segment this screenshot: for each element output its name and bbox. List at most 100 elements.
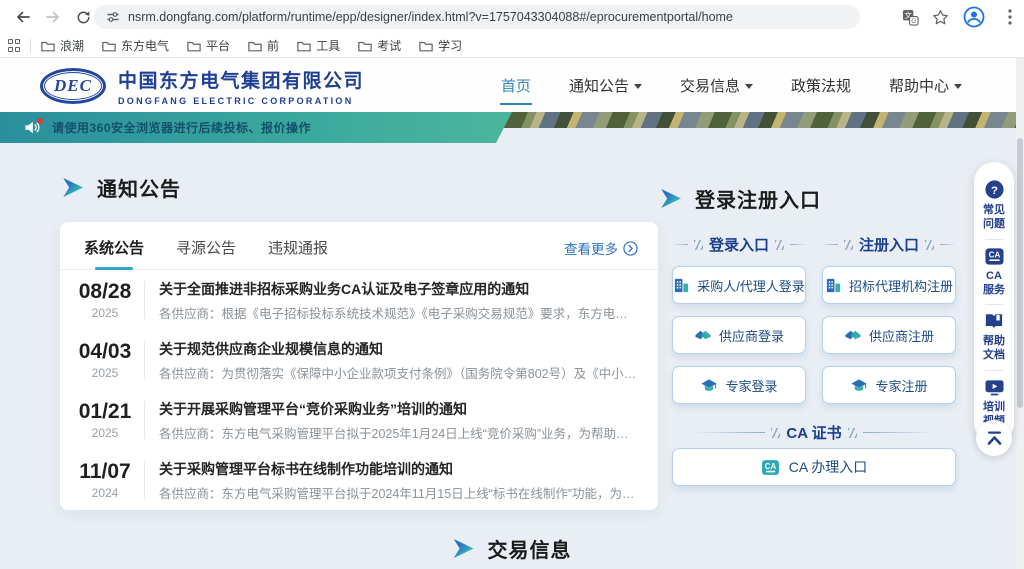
decor-slashes: [844, 240, 853, 250]
browser-reload-button[interactable]: [72, 6, 94, 28]
section-arrow-icon: [660, 189, 681, 208]
decor-slashes: [694, 240, 703, 250]
page-scrollbar-thumb[interactable]: [1017, 138, 1023, 408]
supplier-login-button[interactable]: 供应商登录: [672, 316, 806, 354]
supplier-register-button[interactable]: 供应商注册: [822, 316, 956, 354]
apps-grid-icon[interactable]: [8, 39, 22, 53]
bookmarks-divider: [30, 39, 31, 53]
tab-label: 寻源公告: [176, 240, 236, 257]
translate-glyph-icon: 文G: [902, 9, 919, 26]
notice-title[interactable]: 关于规范供应商企业规模信息的通知: [159, 339, 640, 359]
bookmarks-bar: 浪潮 东方电气 平台 前 工具 考试 学习: [0, 34, 1024, 58]
nav-label: 交易信息: [680, 75, 740, 96]
notice-list-item[interactable]: 04/03 2025 关于规范供应商企业规模信息的通知 各供应商：为贯彻落实《保…: [60, 330, 658, 390]
sidebar-item-label: CA服务: [983, 269, 1005, 298]
nav-item-policies[interactable]: 政策法规: [791, 75, 851, 96]
notice-date: 04/03 2025: [74, 340, 136, 379]
announcement-text: 请使用360安全浏览器进行后续投标、报价操作: [52, 119, 311, 136]
address-bar[interactable]: nsrm.dongfang.com/platform/runtime/epp/d…: [94, 5, 860, 29]
sidebar-item-ca-service[interactable]: CA CA服务: [983, 240, 1005, 305]
label-line2: 服务: [983, 284, 1005, 296]
login-section-header: 登录注册入口: [660, 184, 821, 213]
notice-row-divider: [144, 401, 145, 439]
ca-badge-icon: CA: [984, 247, 1005, 266]
label-line1: 培训: [983, 401, 1005, 413]
tab-sourcing-notices[interactable]: 寻源公告: [176, 237, 236, 258]
company-name-en: DONGFANG ELECTRIC CORPORATION: [118, 96, 364, 106]
sidebar-item-faq[interactable]: ? 常见问题: [983, 172, 1005, 239]
view-more-link[interactable]: 查看更多: [564, 238, 638, 258]
back-arrow-icon: [15, 9, 31, 25]
notice-row-divider: [144, 461, 145, 499]
button-label: 专家登录: [725, 376, 777, 395]
notice-list-item[interactable]: 11/07 2024 关于采购管理平台标书在线制作功能培训的通知 各供应商：东方…: [60, 450, 658, 510]
label-line1: 帮助: [983, 335, 1005, 347]
book-icon: [984, 312, 1005, 331]
translate-icon[interactable]: 文G: [898, 5, 922, 29]
nav-label: 首页: [501, 75, 531, 96]
folder-icon: [41, 40, 55, 52]
announcement-banner[interactable]: 请使用360安全浏览器进行后续投标、报价操作: [0, 112, 512, 143]
nav-item-home[interactable]: 首页: [501, 75, 531, 96]
bidding-agency-register-button[interactable]: 招标代理机构注册: [822, 266, 956, 304]
browser-back-button[interactable]: [12, 6, 34, 28]
notices-section-header: 通知公告: [62, 173, 181, 202]
trade-section-title: 交易信息: [488, 534, 572, 563]
building-icon: [825, 277, 842, 294]
nav-item-trade-info[interactable]: 交易信息: [680, 75, 753, 96]
bookmark-folder-kaoshi[interactable]: 考试: [358, 37, 401, 54]
bookmark-folder-pingtai[interactable]: 平台: [187, 37, 230, 54]
browser-menu-kebab-icon[interactable]: [998, 5, 1022, 29]
login-section-title: 登录注册入口: [695, 184, 821, 213]
bookmark-label: 前: [267, 37, 279, 54]
purchaser-agent-login-button[interactable]: 采购人/代理人登录: [672, 266, 806, 304]
decor-line: [672, 244, 688, 245]
bookmark-folder-gongju[interactable]: 工具: [297, 37, 340, 54]
notice-date: 01/21 2025: [74, 400, 136, 439]
page-scrollbar-track[interactable]: [1016, 58, 1024, 569]
folder-icon: [297, 40, 311, 52]
label-line2: 文档: [983, 349, 1005, 361]
site-header: DEC 中国东方电气集团有限公司 DONGFANG ELECTRIC CORPO…: [0, 58, 1024, 112]
bookmark-folder-dongfang[interactable]: 东方电气: [102, 37, 169, 54]
bookmark-folder-xuexi[interactable]: 学习: [419, 37, 462, 54]
ca-apply-button[interactable]: CA CA 办理入口: [672, 448, 956, 486]
tab-system-notices[interactable]: 系统公告: [84, 237, 144, 258]
company-logo[interactable]: DEC 中国东方电气集团有限公司 DONGFANG ELECTRIC CORPO…: [40, 66, 364, 106]
decor-line: [790, 244, 806, 245]
notice-date-md: 01/21: [74, 400, 136, 424]
handshake-icon: [694, 327, 712, 344]
notice-row-divider: [144, 341, 145, 379]
site-settings-icon[interactable]: [106, 10, 120, 24]
back-to-top-icon: [986, 431, 1003, 445]
sidebar-item-help-docs[interactable]: 帮助文档: [983, 305, 1005, 370]
browser-profile-avatar[interactable]: [962, 5, 986, 29]
notices-tab-bar: 系统公告 寻源公告 违规通报 查看更多: [60, 222, 658, 270]
notice-list-item[interactable]: 01/21 2025 关于开展采购管理平台“竞价采购业务”培训的通知 各供应商：…: [60, 390, 658, 450]
label-line1: 常见: [983, 204, 1005, 216]
bookmark-folder-langchao[interactable]: 浪潮: [41, 37, 84, 54]
notice-title[interactable]: 关于采购管理平台标书在线制作功能培训的通知: [159, 459, 640, 479]
back-to-top-button[interactable]: [976, 420, 1012, 456]
ca-glyph: CA: [988, 250, 1000, 259]
notice-list-item[interactable]: 08/28 2025 关于全面推进非招标采购业务CA认证及电子签章应用的通知 各…: [60, 270, 658, 330]
company-name-cn: 中国东方电气集团有限公司: [118, 66, 364, 93]
notice-title[interactable]: 关于全面推进非招标采购业务CA认证及电子签章应用的通知: [159, 279, 640, 299]
register-group-label: 注册入口: [859, 234, 919, 255]
expert-register-button[interactable]: 专家注册: [822, 366, 956, 404]
sidebar-item-label: 帮助文档: [983, 334, 1005, 363]
nav-item-notices[interactable]: 通知公告: [569, 75, 642, 96]
graduation-cap-icon: [700, 377, 718, 394]
bookmark-star-icon[interactable]: [928, 5, 952, 29]
browser-forward-button[interactable]: [42, 6, 64, 28]
dec-logo-text: DEC: [54, 76, 92, 96]
expert-login-button[interactable]: 专家登录: [672, 366, 806, 404]
notice-title[interactable]: 关于开展采购管理平台“竞价采购业务”培训的通知: [159, 399, 640, 419]
button-label: 供应商登录: [719, 326, 784, 345]
nav-item-help-center[interactable]: 帮助中心: [889, 75, 962, 96]
bookmark-folder-qian[interactable]: 前: [248, 37, 279, 54]
notice-desc: 各供应商：东方电气采购管理平台拟于2024年11月15日上线“标书在线制作”功能…: [159, 483, 640, 502]
caret-down-icon: [634, 84, 642, 89]
tab-violation-reports[interactable]: 违规通报: [268, 237, 328, 258]
login-register-grid: 采购人/代理人登录 招标代理机构注册 供应商登录 供应商注册 专家登录 专家注册: [672, 266, 956, 404]
